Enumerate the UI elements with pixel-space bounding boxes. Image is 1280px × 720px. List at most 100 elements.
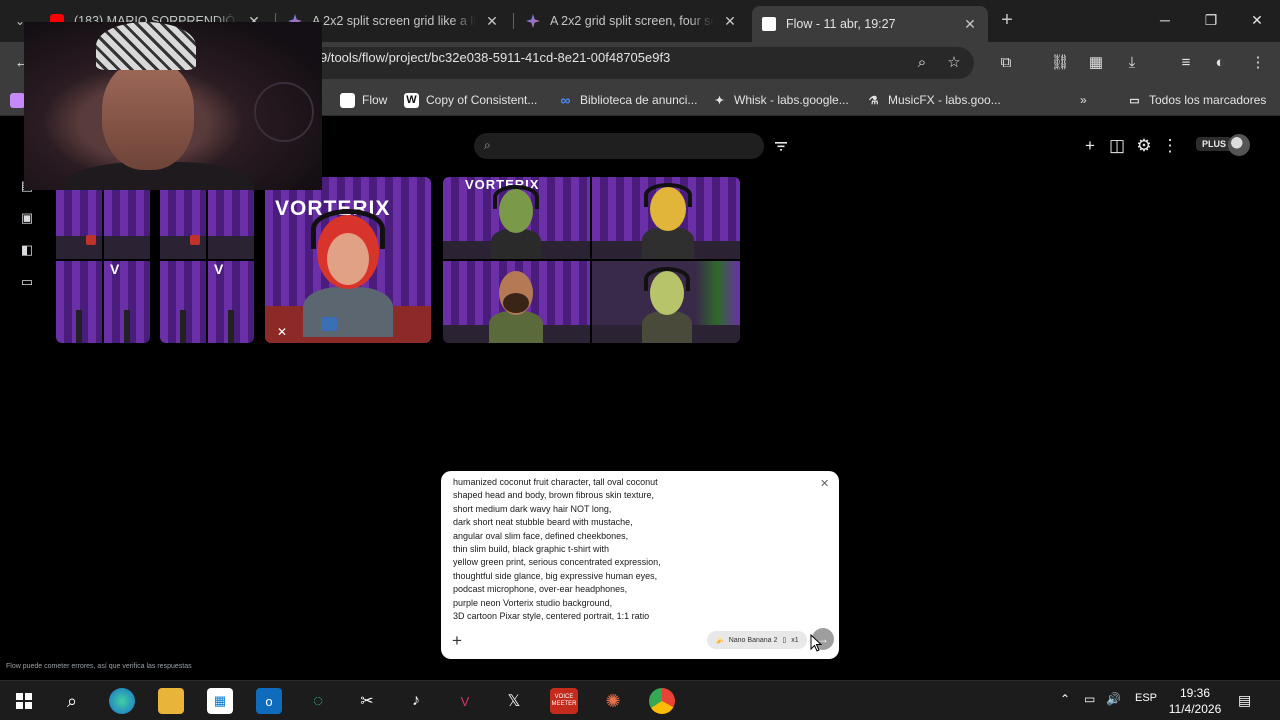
close-icon[interactable]: ✕ [962, 16, 978, 33]
extensions-icon[interactable]: ⧉ [996, 53, 1016, 73]
grid-cell [443, 261, 590, 343]
webcam-background [254, 82, 314, 142]
vegas-icon[interactable]: V [452, 688, 478, 714]
folder-icon: ▭ [1129, 94, 1140, 107]
generated-image-thumbnail[interactable]: V [56, 177, 150, 343]
plan-badge: PLUS [1196, 137, 1233, 151]
image-icon[interactable]: ▣ [19, 210, 35, 226]
zoom-icon[interactable]: ⌕ [912, 53, 932, 73]
link-icon[interactable]: ⛓ [1050, 53, 1070, 73]
notification-icon[interactable]: ▤ [1238, 692, 1251, 709]
tab-title: Flow - 11 abr, 19:27 [786, 17, 896, 31]
bookmark-label: Todos los marcadores [1149, 93, 1267, 107]
claude-icon[interactable]: ✺ [600, 688, 626, 714]
tab-gemini-2[interactable]: A 2x2 grid split screen, four sep ✕ [516, 6, 748, 36]
bookmarks-overflow[interactable]: » [1080, 91, 1087, 109]
grid-cell: V [208, 261, 254, 343]
search-input[interactable]: ⌕ [474, 133, 764, 159]
generated-image-thumbnail[interactable]: VORTERIX [443, 177, 740, 343]
chevron-double-right-icon: » [1080, 93, 1087, 107]
prompt-line: shaped head and body, brown fibrous skin… [453, 490, 654, 501]
outlook-icon[interactable]: o [256, 688, 282, 714]
close-icon[interactable]: ✕ [277, 325, 287, 339]
folder-icon[interactable]: ▭ [19, 274, 35, 290]
language-indicator[interactable]: ESP [1135, 692, 1157, 704]
clock[interactable]: 19:36 11/4/2026 [1166, 685, 1224, 717]
avatar[interactable] [1228, 134, 1250, 156]
chevron-up-icon[interactable]: ⌃ [1060, 692, 1070, 706]
prompt-line: short medium dark wavy hair NOT long, [453, 503, 612, 514]
model-name: Nano Banana 2 [728, 636, 778, 644]
capcut-icon[interactable]: ✂ [354, 688, 380, 714]
close-icon[interactable]: ✕ [484, 13, 500, 30]
video-icon[interactable]: ◧ [19, 242, 35, 258]
windows-start-icon[interactable] [11, 688, 37, 714]
bookmark-label: Biblioteca de anunci... [580, 93, 698, 107]
aspect-ratio-icon: ▯ [782, 637, 787, 644]
file-explorer-icon[interactable] [158, 688, 184, 714]
disclaimer-text: Flow puede cometer errores, así que veri… [6, 663, 192, 670]
bookmark-label: Flow [362, 93, 388, 107]
bookmark-biblioteca[interactable]: ∞ Biblioteca de anunci... [558, 91, 698, 109]
close-icon[interactable]: ✕ [722, 13, 738, 30]
prompt-line: 3D cartoon Pixar style, centered portrai… [453, 611, 650, 621]
prompt-line: dark short neat stubble beard with musta… [453, 517, 633, 528]
media-icon[interactable]: ≡ [1176, 53, 1196, 73]
minimize-button[interactable]: ─ [1142, 0, 1188, 40]
new-tab-button[interactable]: + [995, 9, 1019, 33]
tiktok-icon[interactable]: ♪ [403, 688, 429, 714]
profile-icon[interactable]: ◐ [1210, 53, 1230, 73]
close-window-button[interactable]: ✕ [1234, 0, 1280, 40]
volume-icon[interactable]: 🔊 [1106, 692, 1121, 706]
bookmark-copy-consistent[interactable]: W Copy of Consistent... [404, 91, 537, 109]
page-icon [340, 92, 355, 108]
add-icon[interactable]: + [1079, 135, 1101, 157]
filter-icon[interactable] [772, 137, 790, 155]
bookmark-label: Copy of Consistent... [426, 93, 538, 107]
x-twitter-icon[interactable]: 𝕏 [501, 688, 527, 714]
edge-icon[interactable] [109, 688, 135, 714]
grid-cell [56, 261, 102, 343]
meta-icon: ∞ [560, 92, 571, 108]
network-icon[interactable]: ▭ [1084, 692, 1095, 706]
generated-image-thumbnail[interactable]: V [160, 177, 254, 343]
refresh-app-icon[interactable]: ◌ [305, 688, 331, 714]
grid-cell: V [104, 261, 150, 343]
gear-icon[interactable]: ⚙ [1133, 135, 1155, 157]
windows-taskbar: ⌕ ▦ o ◌ ✂ ♪ V 𝕏 VOICE MEETER ✺ ⌃ ▭ 🔊 ESP… [0, 680, 1280, 720]
prompt-box[interactable]: humanized coconut fruit character, tall … [441, 471, 839, 659]
add-icon[interactable]: + [452, 631, 462, 651]
prompt-line: angular oval slim face, defined cheekbon… [453, 530, 629, 541]
bookmark-musicfx[interactable]: ⚗ MusicFX - labs.goo... [866, 91, 1001, 109]
bookmark-flow[interactable]: Flow [340, 91, 387, 109]
gemini-icon [526, 14, 540, 28]
tab-title: A 2x2 split screen grid like a live [312, 14, 476, 28]
all-bookmarks[interactable]: ▭ Todos los marcadores [1127, 91, 1266, 109]
whisk-icon: ✦ [714, 94, 725, 107]
close-icon[interactable]: ✕ [820, 477, 829, 490]
model-selector[interactable]: 🍌 Nano Banana 2 ▯ x1 [707, 631, 807, 649]
banana-icon: 🍌 [715, 637, 724, 644]
download-icon[interactable]: ⤓ [1122, 53, 1142, 73]
more-icon[interactable]: ⋮ [1159, 135, 1181, 157]
qr-icon[interactable]: ▦ [1086, 53, 1106, 73]
wix-icon: W [404, 92, 419, 108]
menu-icon[interactable]: ⋮ [1248, 53, 1268, 73]
bookmark-label: MusicFX - labs.goo... [888, 93, 1001, 107]
webcam-overlay [24, 22, 322, 190]
apps-icon [10, 92, 25, 108]
tab-flow[interactable]: Flow - 11 abr, 19:27 ✕ [752, 6, 988, 42]
grid-cell [592, 261, 740, 343]
restore-button[interactable]: ❐ [1188, 0, 1234, 40]
bookmark-whisk[interactable]: ✦ Whisk - labs.google... [712, 91, 849, 109]
page-icon [762, 17, 776, 31]
prompt-line: thoughtful side glance, big expressive h… [453, 570, 658, 581]
generated-image-thumbnail[interactable]: VORTERIX ✕ [265, 177, 431, 343]
star-icon[interactable]: ☆ [944, 53, 964, 73]
clock-time: 19:36 [1179, 686, 1211, 700]
voicemeeter-icon[interactable]: VOICE MEETER [550, 688, 578, 714]
layout-icon[interactable]: ◫ [1106, 135, 1128, 157]
store-icon[interactable]: ▦ [207, 688, 233, 714]
search-icon[interactable]: ⌕ [59, 688, 85, 714]
chrome-icon[interactable] [649, 688, 675, 714]
